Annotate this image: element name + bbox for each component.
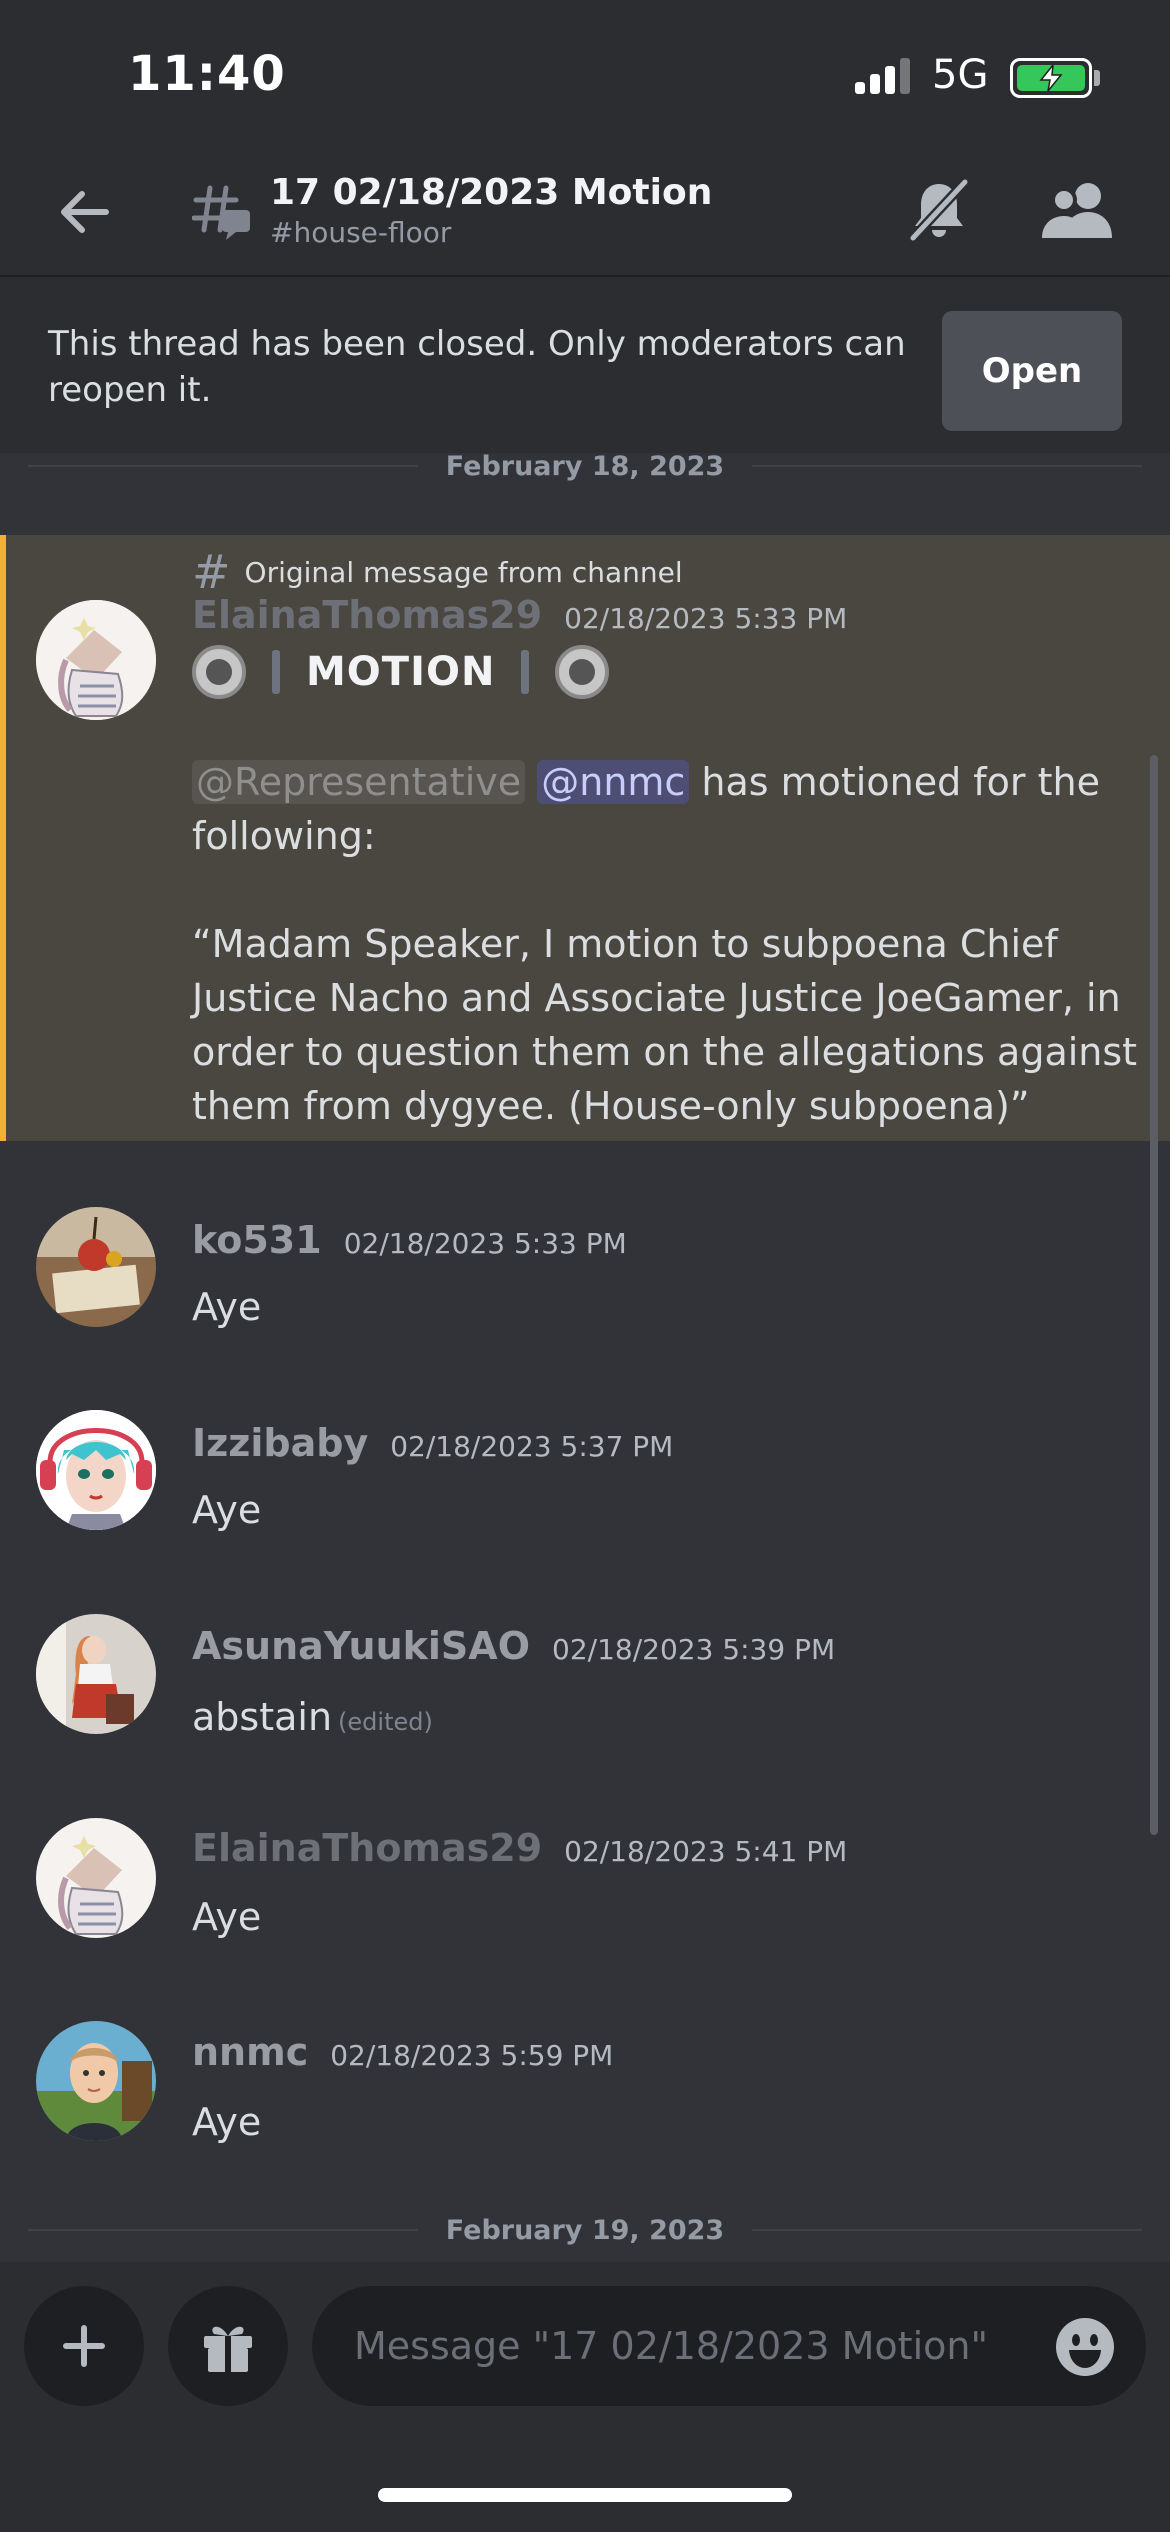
seal-icon	[192, 645, 246, 699]
divider-bar	[272, 650, 280, 694]
message-header: Izzibaby 02/18/2023 5:37 PM	[192, 1421, 673, 1465]
motion-label: MOTION	[306, 649, 496, 695]
clock: 11:40	[128, 46, 286, 102]
battery-tip	[1094, 70, 1100, 86]
closed-notice: This thread has been closed. Only modera…	[48, 324, 906, 410]
motion-header: MOTION	[192, 645, 610, 699]
timestamp: 02/18/2023 5:39 PM	[552, 1633, 836, 1666]
message-body: abstain (edited)	[192, 1695, 433, 1739]
gift-icon	[204, 2326, 252, 2372]
emoji-icon[interactable]	[1054, 2316, 1116, 2378]
date-divider: February 19, 2023	[28, 2210, 1142, 2250]
timestamp: 02/18/2023 5:59 PM	[330, 2039, 614, 2072]
username[interactable]: AsunaYuukiSAO	[192, 1624, 530, 1668]
edited-tag: (edited)	[338, 1708, 433, 1736]
username[interactable]: ElainaThomas29	[192, 1826, 542, 1870]
message-body: @Representative @nnmc has motioned for t…	[192, 755, 1142, 1133]
role-mention[interactable]: @Representative	[192, 760, 526, 804]
back-arrow-icon[interactable]	[52, 180, 116, 244]
timestamp: 02/18/2023 5:33 PM	[343, 1227, 627, 1260]
avatar[interactable]	[36, 600, 156, 720]
timestamp: 02/18/2023 5:41 PM	[564, 1835, 848, 1868]
channel-name[interactable]: #house-floor	[270, 216, 451, 249]
message-body: Aye	[192, 1285, 262, 1329]
timestamp: 02/18/2023 5:33 PM	[564, 602, 848, 635]
gift-button[interactable]	[168, 2286, 288, 2406]
hash-icon: #	[192, 545, 231, 599]
message-header: AsunaYuukiSAO 02/18/2023 5:39 PM	[192, 1624, 835, 1668]
plus-icon	[63, 2325, 105, 2367]
thread-closed-banner: This thread has been closed. Only modera…	[0, 275, 1170, 453]
signal-icon	[855, 58, 915, 94]
timestamp: 02/18/2023 5:37 PM	[390, 1430, 674, 1463]
message-body: Aye	[192, 2100, 262, 2144]
message-header: nnmc 02/18/2023 5:59 PM	[192, 2030, 613, 2074]
open-thread-button[interactable]: Open	[942, 311, 1122, 431]
avatar[interactable]	[36, 1818, 156, 1938]
network-label: 5G	[932, 52, 989, 98]
username[interactable]: ElainaThomas29	[192, 593, 542, 637]
username[interactable]: nnmc	[192, 2030, 308, 2074]
status-bar: 11:40 5G	[0, 0, 1170, 150]
user-mention[interactable]: @nnmc	[537, 760, 690, 804]
message-header: ElainaThomas29 02/18/2023 5:41 PM	[192, 1826, 847, 1870]
avatar[interactable]	[36, 1614, 156, 1734]
username[interactable]: Izzibaby	[192, 1421, 368, 1465]
username[interactable]: ko531	[192, 1218, 322, 1262]
thread-title[interactable]: 17 02/18/2023 Motion	[270, 172, 712, 213]
motion-quote: “Madam Speaker, I motion to subpoena Chi…	[192, 922, 1138, 1128]
original-message[interactable]: # Original message from channel ElainaTh…	[0, 535, 1170, 1141]
add-attachment-button[interactable]	[24, 2286, 144, 2406]
seal-icon	[555, 645, 610, 699]
thread-icon	[192, 185, 250, 240]
avatar[interactable]	[36, 1207, 156, 1327]
message-header: ko531 02/18/2023 5:33 PM	[192, 1218, 627, 1262]
message-header: ElainaThomas29 02/18/2023 5:33 PM	[192, 593, 847, 637]
message-body: Aye	[192, 1488, 262, 1532]
divider-bar	[521, 650, 530, 694]
avatar[interactable]	[36, 2021, 156, 2141]
highlight-bar	[0, 535, 6, 1141]
thread-header: 17 02/18/2023 Motion #house-floor	[0, 150, 1170, 275]
muted-bell-icon[interactable]	[905, 176, 973, 244]
original-message-note: # Original message from channel	[192, 545, 683, 599]
members-icon[interactable]	[1040, 176, 1116, 244]
home-indicator[interactable]	[378, 2488, 792, 2502]
battery-icon	[1010, 58, 1092, 98]
message-body: Aye	[192, 1895, 262, 1939]
avatar[interactable]	[36, 1410, 156, 1530]
message-input[interactable]: Message "17 02/18/2023 Motion"	[312, 2286, 1146, 2406]
date-divider: February 18, 2023	[28, 446, 1142, 486]
message-input-placeholder: Message "17 02/18/2023 Motion"	[354, 2324, 988, 2368]
scrollbar[interactable]	[1150, 755, 1158, 1835]
